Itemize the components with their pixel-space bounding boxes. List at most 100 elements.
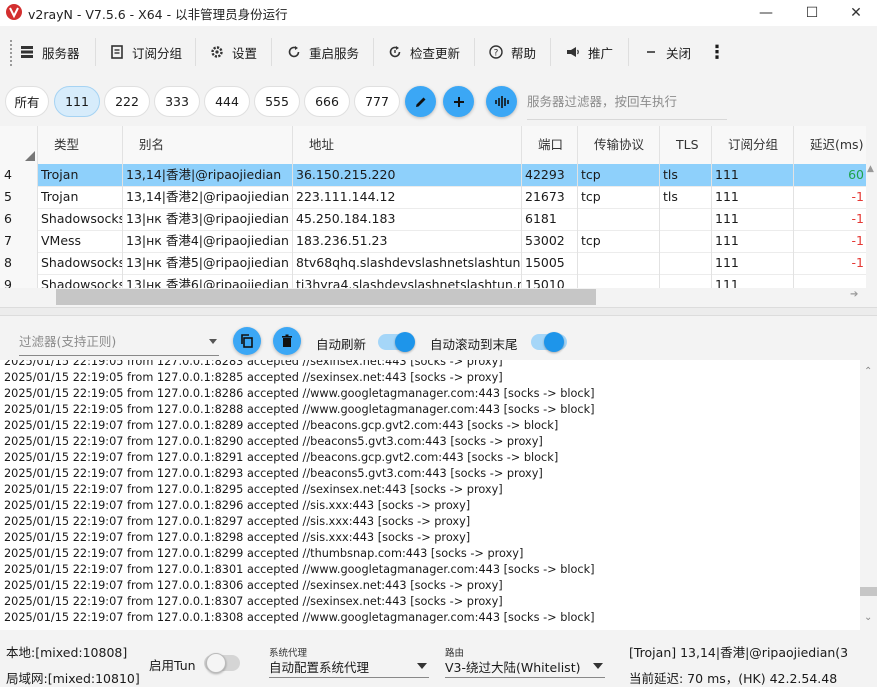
log-line: 2025/01/15 22:19:07 from 127.0.0.1:8290 … (4, 435, 543, 448)
system-proxy-select[interactable]: 自动配置系统代理 (269, 657, 429, 678)
column-header-type[interactable]: 类型 (38, 126, 123, 164)
minimize-button[interactable]: — (743, 0, 789, 26)
group-pill-111[interactable]: 111 (54, 86, 100, 117)
cell-address: 8tv68qhq.slashdevslashnetslashtun.net (293, 252, 522, 274)
group-pill-777[interactable]: 777 (354, 86, 400, 117)
column-header-address[interactable]: 地址 (293, 126, 522, 164)
cell-port: 15010 (522, 274, 578, 288)
close-app-button[interactable]: 关闭 (644, 43, 691, 61)
restart-service-label: 重启服务 (309, 45, 360, 61)
clear-log-button[interactable] (273, 327, 301, 355)
column-header-tls[interactable]: TLS (660, 126, 712, 164)
auto-refresh-label: 自动刷新 (316, 337, 367, 352)
routing-select[interactable]: V3-绕过大陆(Whitelist) (445, 657, 605, 678)
cell-port: 21673 (522, 186, 578, 208)
help-icon: ? (489, 45, 503, 59)
log-scroll-thumb[interactable] (860, 587, 877, 596)
column-header-alias[interactable]: 别名 (123, 126, 293, 164)
maximize-button[interactable]: ☐ (789, 0, 835, 26)
app-logo-icon (6, 4, 22, 20)
row-number: 5 (0, 186, 38, 208)
group-pill-all[interactable]: 所有 (5, 86, 49, 117)
restart-service-button[interactable]: 重启服务 (287, 43, 359, 61)
check-update-button[interactable]: 检查更新 (388, 43, 460, 61)
auto-scroll-toggle[interactable] (531, 332, 567, 352)
cell-delay: -1 (851, 189, 864, 204)
speed-test-button[interactable] (486, 86, 517, 117)
cell-address: 223.111.144.12 (293, 186, 522, 208)
log-line: 2025/01/15 22:19:07 from 127.0.0.1:8301 … (4, 563, 595, 576)
horizontal-scroll-thumb[interactable] (56, 289, 596, 305)
toolbar-divider (550, 38, 551, 66)
update-icon (389, 46, 401, 58)
group-pill-222[interactable]: 222 (104, 86, 150, 117)
row-number: 8 (0, 252, 38, 274)
column-header-group[interactable]: 订阅分组 (712, 126, 794, 164)
more-options-button[interactable]: ⋮ (708, 42, 726, 63)
log-line: 2025/01/15 22:19:05 from 127.0.0.1:8288 … (4, 403, 595, 416)
settings-menu-button[interactable]: 设置 (210, 43, 257, 61)
table-row[interactable]: 6 Shadowsocks 13|нк 香港3|@ripaojiedian 45.25… (0, 208, 866, 231)
edit-group-button[interactable] (405, 86, 436, 117)
scroll-up-arrow-icon[interactable]: ▲ (867, 164, 874, 174)
log-filter-input[interactable]: 过滤器(支持正则) (19, 331, 219, 356)
server-table-horizontal-scrollbar[interactable]: ➔ (38, 288, 866, 306)
log-output[interactable]: 2025/01/15 22:19:05 from 127.0.0.1:8283 … (0, 360, 860, 630)
cell-tls: tls (660, 164, 712, 186)
pencil-icon (415, 97, 425, 107)
table-row[interactable]: 8 Shadowsocks 13|нк 香港5|@ripaojiedian 8tv68… (0, 252, 866, 275)
add-group-button[interactable] (443, 86, 474, 117)
cell-alias: 13|нк 香港3|@ripaojiedian (123, 208, 293, 230)
auto-refresh-toggle[interactable] (378, 332, 415, 352)
cell-transport (578, 252, 660, 274)
table-row[interactable]: 4 Trojan 13,14|香港|@ripaojiedian 36.150.215.… (0, 164, 866, 187)
server-filter-input[interactable]: 服务器过滤器，按回车执行 (527, 91, 727, 120)
routing-value: V3-绕过大陆(Whitelist) (445, 660, 581, 675)
column-header-transport[interactable]: 传输协议 (578, 126, 660, 164)
servers-menu-button[interactable]: 服务器 (20, 43, 80, 61)
cell-transport: tcp (578, 230, 660, 252)
copy-log-button[interactable] (233, 327, 261, 355)
cell-group: 111 (712, 274, 794, 288)
cell-group: 111 (712, 164, 794, 186)
cell-delay: 60 (848, 167, 864, 182)
group-pill-333[interactable]: 333 (154, 86, 200, 117)
column-header-delay[interactable]: 延迟(ms) (794, 126, 866, 164)
chevron-down-icon (209, 339, 217, 344)
cell-group: 111 (712, 186, 794, 208)
tun-toggle[interactable] (204, 653, 240, 673)
close-window-button[interactable]: ✕ (833, 0, 877, 26)
megaphone-icon (567, 47, 579, 57)
toolbar-divider (373, 38, 374, 66)
group-pill-555[interactable]: 555 (254, 86, 300, 117)
toolbar-divider (474, 38, 475, 66)
log-line: 2025/01/15 22:19:05 from 127.0.0.1:8285 … (4, 371, 503, 384)
server-table: 类型 别名 地址 端口 传输协议 TLS 订阅分组 延迟(ms) 4 Trojan… (0, 126, 866, 288)
promotion-button[interactable]: 推广 (566, 43, 613, 61)
help-label: 帮助 (511, 45, 537, 61)
group-pill-444[interactable]: 444 (204, 86, 250, 117)
help-button[interactable]: ? 帮助 (489, 43, 536, 61)
cell-address: 45.250.184.183 (293, 208, 522, 230)
table-row[interactable]: 5 Trojan 13,14|香港2|@ripaojiedian 223.111.14… (0, 186, 866, 209)
cell-type: Shadowsocks (38, 274, 123, 288)
cell-type: Shadowsocks (38, 252, 123, 274)
toggle-knob (544, 332, 564, 352)
column-header-port[interactable]: 端口 (522, 126, 578, 164)
scroll-down-arrow-icon[interactable]: ⌄ (864, 612, 872, 623)
settings-menu-label: 设置 (232, 45, 258, 61)
server-table-header: 类型 别名 地址 端口 传输协议 TLS 订阅分组 延迟(ms) (0, 126, 866, 165)
table-row[interactable]: 7 VMess 13|нк 香港4|@ripaojiedian 183.236.51.… (0, 230, 866, 253)
toolbar-divider (628, 38, 629, 66)
cell-group: 111 (712, 208, 794, 230)
group-pill-666[interactable]: 666 (304, 86, 350, 117)
scroll-right-arrow-icon[interactable]: ➔ (850, 289, 858, 300)
subscription-menu-button[interactable]: 订阅分组 (110, 43, 182, 61)
panel-splitter[interactable] (0, 307, 877, 316)
log-line: 2025/01/15 22:19:05 from 127.0.0.1:8286 … (4, 387, 595, 400)
log-vertical-scrollbar[interactable]: ⌃ ⌄ (860, 360, 877, 630)
server-table-vertical-scrollbar[interactable]: ▲ (866, 164, 877, 306)
table-row[interactable]: 9 Shadowsocks 13|нк 香港6|@ripaojiedian ti3hy… (0, 274, 866, 288)
local-port-status: 本地:[mixed:10808] (6, 645, 128, 660)
scroll-up-arrow-icon[interactable]: ⌃ (864, 366, 872, 377)
